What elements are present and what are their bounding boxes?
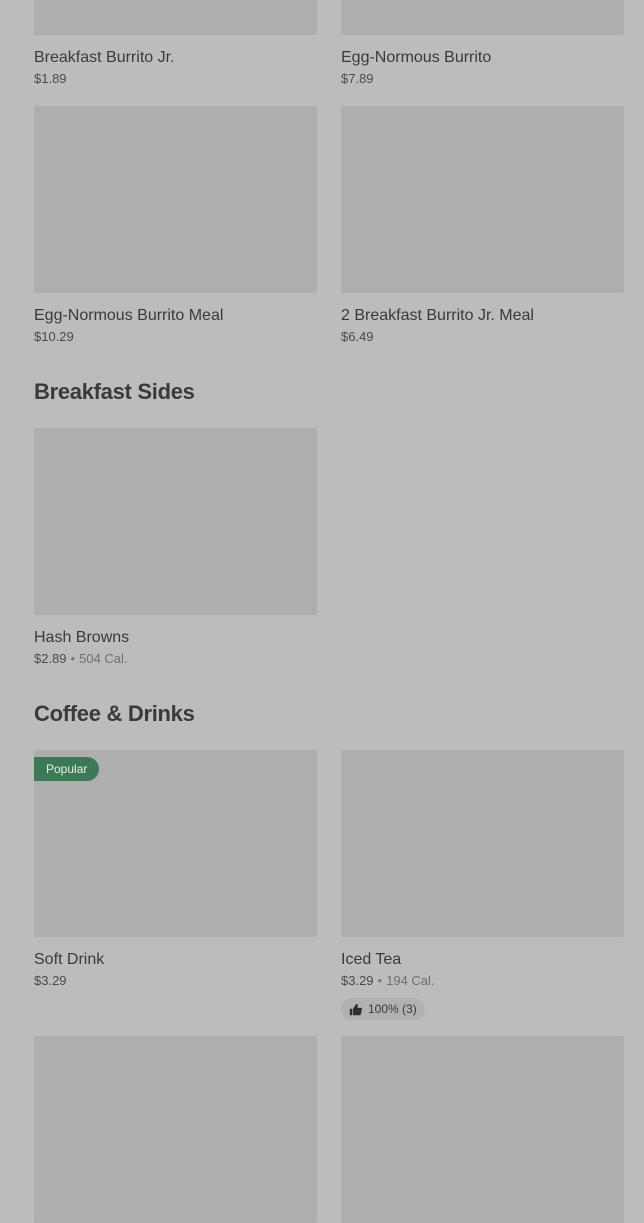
item-calories: 194 Cal. bbox=[386, 973, 435, 988]
menu-item-breakfast-burrito-jr[interactable]: Breakfast Burrito Jr. $1.89 bbox=[34, 0, 317, 88]
item-price: $10.29 bbox=[34, 329, 74, 344]
separator-dot: • bbox=[377, 973, 383, 988]
item-meta: $3.29 • 194 Cal. bbox=[341, 972, 624, 990]
item-name: Hash Browns bbox=[34, 629, 130, 646]
item-calories: 504 Cal. bbox=[79, 651, 128, 666]
item-image bbox=[341, 1036, 624, 1223]
item-meta: $2.89 • 504 Cal. bbox=[34, 650, 317, 668]
item-name: Egg-Normous Burrito Meal bbox=[34, 307, 224, 324]
item-image bbox=[34, 1036, 317, 1223]
item-price: $2.89 bbox=[34, 651, 67, 666]
item-image bbox=[341, 750, 624, 937]
menu-item-soft-drink[interactable]: Popular Soft Drink $3.29 bbox=[34, 750, 317, 990]
item-price: $3.29 bbox=[341, 973, 374, 988]
section-title-breakfast-sides: Breakfast Sides bbox=[34, 379, 195, 404]
menu-item-next-left[interactable] bbox=[34, 1036, 317, 1223]
rating-pill: 100% (3) bbox=[341, 998, 425, 1020]
item-meta: $1.89 bbox=[34, 70, 317, 88]
popular-badge: Popular bbox=[34, 757, 100, 781]
item-price: $6.49 bbox=[341, 329, 374, 344]
menu-item-iced-tea[interactable]: Iced Tea $3.29 • 194 Cal. 100% (3) bbox=[341, 750, 624, 1021]
item-meta: $3.29 bbox=[34, 972, 317, 990]
thumbs-up-icon bbox=[349, 1003, 362, 1015]
item-meta: $10.29 bbox=[34, 328, 317, 346]
menu-item-next-right[interactable] bbox=[341, 1036, 624, 1223]
item-price: $3.29 bbox=[34, 973, 67, 988]
item-price: $1.89 bbox=[34, 71, 67, 86]
separator-dot: • bbox=[70, 651, 76, 666]
item-name: Breakfast Burrito Jr. bbox=[34, 49, 175, 66]
item-name: Egg-Normous Burrito bbox=[341, 49, 492, 66]
item-meta: $6.49 bbox=[341, 328, 624, 346]
item-image bbox=[34, 0, 317, 35]
section-title-coffee-drinks: Coffee & Drinks bbox=[34, 701, 195, 726]
item-image bbox=[34, 428, 317, 615]
item-name: Soft Drink bbox=[34, 951, 105, 968]
menu-item-2-breakfast-burrito-jr-meal[interactable]: 2 Breakfast Burrito Jr. Meal $6.49 bbox=[341, 106, 624, 346]
item-image bbox=[341, 0, 624, 35]
item-image: Popular bbox=[34, 750, 317, 937]
item-name: 2 Breakfast Burrito Jr. Meal bbox=[341, 307, 534, 324]
rating-text: 100% (3) bbox=[368, 1002, 417, 1016]
item-name: Iced Tea bbox=[341, 951, 402, 968]
menu-item-egg-normous-burrito[interactable]: Egg-Normous Burrito $7.89 bbox=[341, 0, 624, 88]
item-meta: $7.89 bbox=[341, 70, 624, 88]
item-price: $7.89 bbox=[341, 71, 374, 86]
item-image bbox=[341, 106, 624, 293]
menu-item-egg-normous-burrito-meal[interactable]: Egg-Normous Burrito Meal $10.29 bbox=[34, 106, 317, 346]
item-image bbox=[34, 106, 317, 293]
menu-item-hash-browns[interactable]: Hash Browns $2.89 • 504 Cal. bbox=[34, 428, 317, 668]
